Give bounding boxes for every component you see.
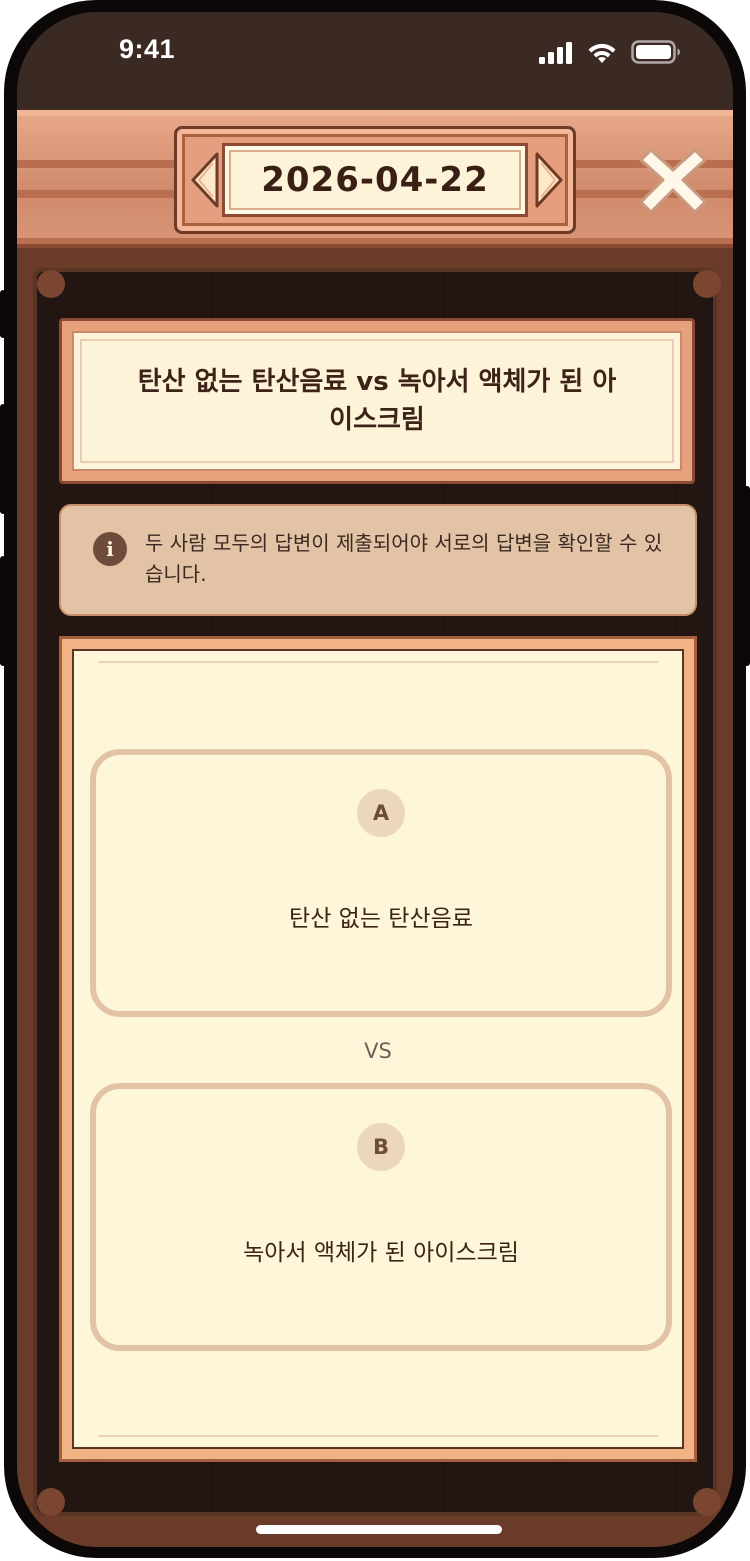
chevron-right-icon xyxy=(535,152,563,208)
card-divider-bottom xyxy=(98,1435,658,1437)
option-b-text: 녹아서 액체가 된 아이스크림 xyxy=(243,1240,519,1266)
info-notice: i 두 사람 모두의 답변이 제출되어야 서로의 답변을 확인할 수 있습니다. xyxy=(59,504,697,616)
wifi-icon xyxy=(588,43,616,63)
cellular-signal-icon xyxy=(539,42,572,64)
board-corner-tl xyxy=(37,270,65,298)
phone-frame: 9:41 2026-04-22 탄산 없는 탄산음료 vs 녹아서 액체가 된 … xyxy=(4,0,746,1558)
option-b-button[interactable]: B 녹아서 액체가 된 아이스크림 xyxy=(90,1083,672,1351)
screen: 9:41 2026-04-22 탄산 없는 탄산음료 vs 녹아서 액체가 된 … xyxy=(17,12,733,1547)
status-icons xyxy=(539,40,681,64)
notice-text: 두 사람 모두의 답변이 제출되어야 서로의 답변을 확인할 수 있습니다. xyxy=(145,531,663,586)
vs-label: VS xyxy=(364,1039,392,1063)
info-icon: i xyxy=(93,532,127,566)
choices-card-inner: A 탄산 없는 탄산음료 VS B 녹아서 액체가 된 아이스크림 xyxy=(72,649,684,1449)
option-a-badge: A xyxy=(357,789,405,837)
header-bar: 2026-04-22 xyxy=(17,110,733,248)
next-date-button[interactable] xyxy=(533,150,565,210)
chevron-left-icon xyxy=(191,152,219,208)
question-banner-inner: 탄산 없는 탄산음료 vs 녹아서 액체가 된 아이스크림 xyxy=(72,331,682,471)
card-divider-top xyxy=(98,661,658,663)
home-indicator[interactable] xyxy=(256,1525,502,1534)
option-b-badge: B xyxy=(357,1123,405,1171)
question-title: 탄산 없는 탄산음료 vs 녹아서 액체가 된 아이스크림 xyxy=(137,367,617,435)
close-button[interactable] xyxy=(637,144,709,216)
option-a-text: 탄산 없는 탄산음료 xyxy=(289,906,473,932)
board-corner-br xyxy=(693,1488,721,1516)
date-display: 2026-04-22 xyxy=(222,143,528,217)
close-icon xyxy=(639,148,707,214)
battery-icon xyxy=(631,40,680,64)
status-bar: 9:41 xyxy=(17,12,733,110)
status-time: 9:41 xyxy=(119,34,176,64)
date-text: 2026-04-22 xyxy=(261,160,489,200)
board-corner-bl xyxy=(37,1488,65,1516)
choices-card: A 탄산 없는 탄산음료 VS B 녹아서 액체가 된 아이스크림 xyxy=(59,636,697,1462)
prev-date-button[interactable] xyxy=(189,150,221,210)
question-banner: 탄산 없는 탄산음료 vs 녹아서 액체가 된 아이스크림 xyxy=(59,318,695,484)
board-corner-tr xyxy=(693,270,721,298)
option-a-button[interactable]: A 탄산 없는 탄산음료 xyxy=(90,749,672,1017)
